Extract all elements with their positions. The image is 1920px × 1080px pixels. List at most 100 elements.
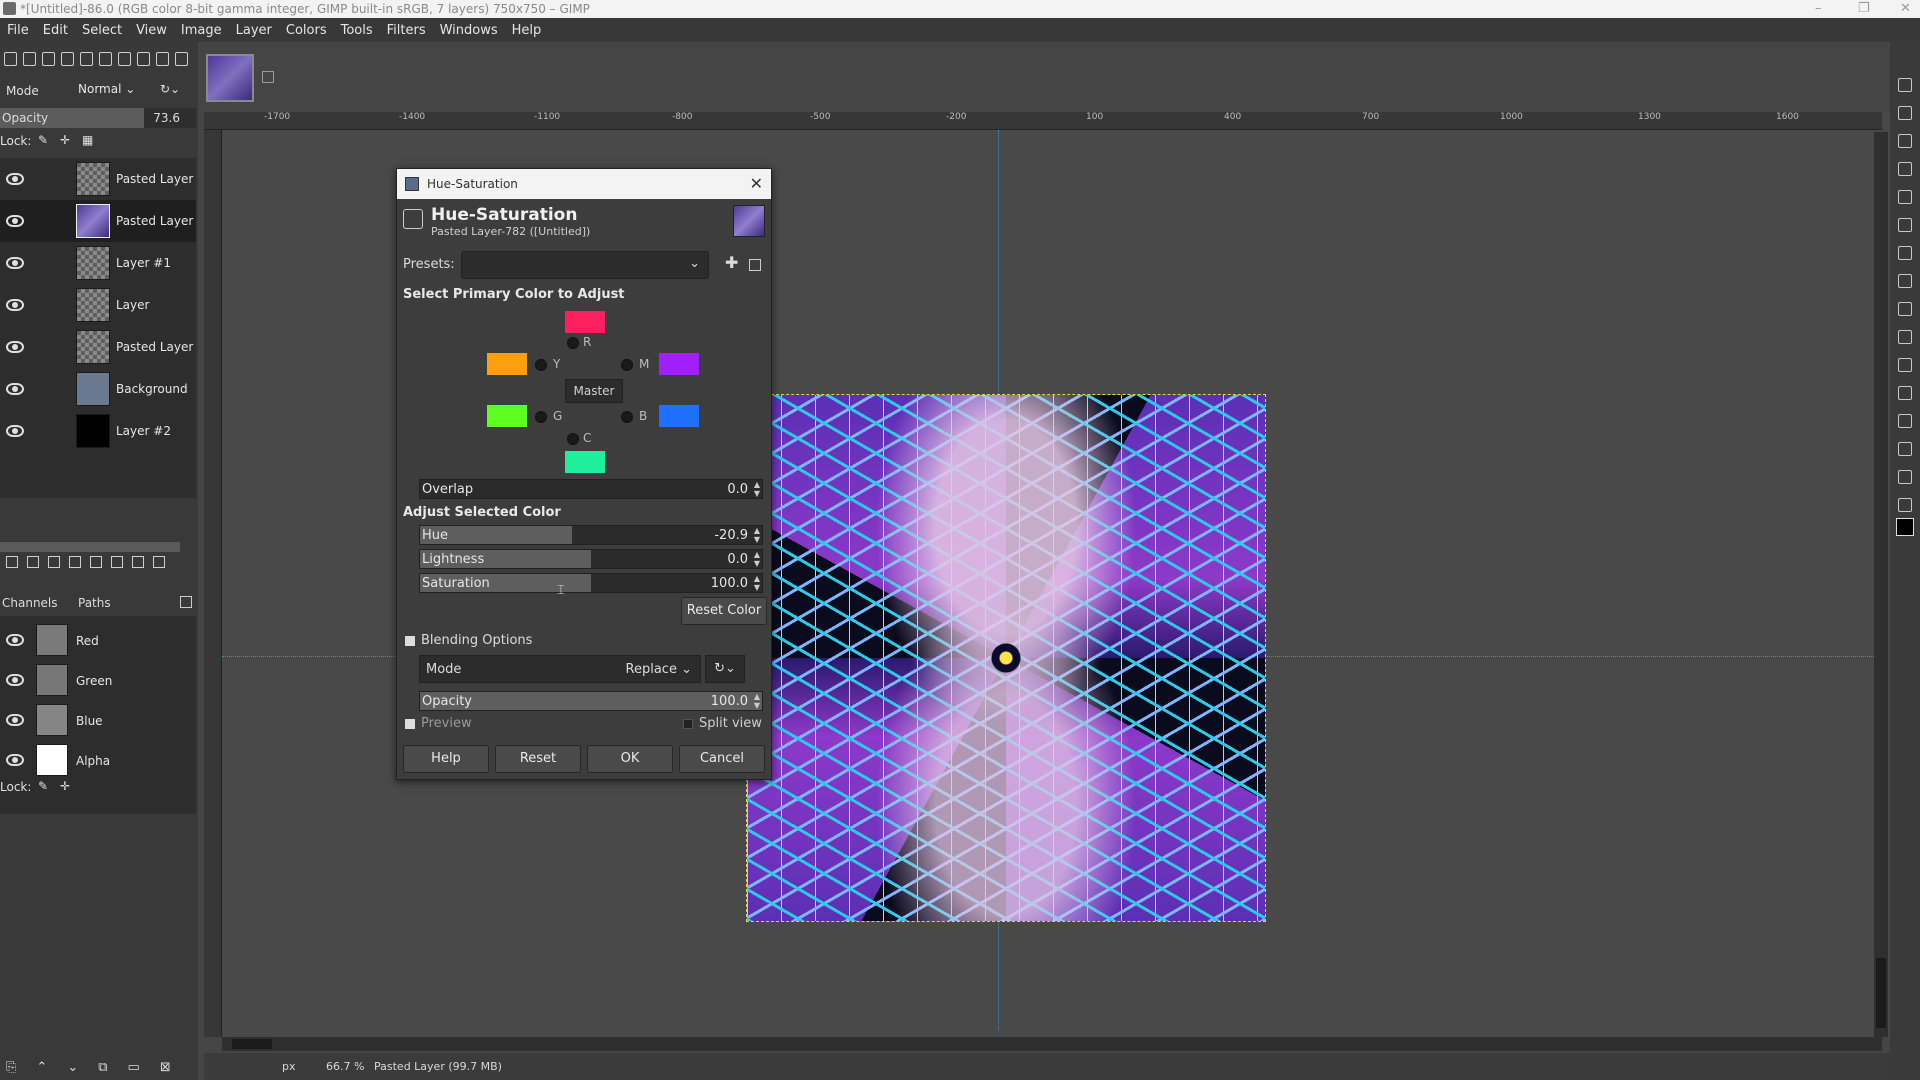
hue-slider[interactable]: Hue -20.9 ▲ ▼ (419, 525, 763, 545)
fuzzy-select-tool-icon[interactable] (1898, 162, 1912, 176)
cancel-button[interactable]: Cancel (679, 745, 765, 773)
channel-row[interactable]: Red (0, 620, 196, 660)
transform-tool-icon[interactable] (1898, 218, 1912, 232)
close-icon[interactable]: ✕ (750, 169, 763, 199)
layer-row[interactable]: Pasted Layer (0, 326, 196, 368)
delete-channel-icon[interactable]: ⊠ (160, 1060, 171, 1075)
layer-row[interactable]: Layer #1 (0, 242, 196, 284)
eye-icon[interactable] (6, 714, 24, 726)
spin-arrows-icon[interactable]: ▲ ▼ (754, 526, 760, 544)
radio-yellow[interactable] (535, 359, 547, 371)
split-view-label[interactable]: Split view (699, 716, 762, 731)
menu-windows[interactable]: Windows (433, 23, 505, 38)
text-tool-icon[interactable] (1898, 442, 1912, 456)
add-preset-icon[interactable]: ✚ (725, 253, 738, 272)
lock-position-icon[interactable]: ✛ (60, 779, 70, 793)
horizontal-ruler[interactable]: -1700 -1400 -1100 -800 -500 -200 100 400… (204, 112, 1882, 130)
red-swatch[interactable] (565, 311, 605, 333)
lock-pixels-icon[interactable]: ✎ (38, 779, 48, 793)
spin-arrows-icon[interactable]: ▲ ▼ (754, 692, 760, 710)
composite-mode-icon[interactable]: ↻⌄ (160, 82, 180, 96)
menu-colors[interactable]: Colors (279, 23, 334, 38)
raise-layer-icon[interactable] (48, 556, 60, 568)
canvas-vscrollbar[interactable] (1874, 132, 1888, 1037)
zoom-select[interactable]: 66.7 % (326, 1060, 364, 1073)
bucket-fill-tool-icon[interactable] (1898, 274, 1912, 288)
presets-combo[interactable]: ⌄ (461, 251, 709, 279)
color-picker-tool-icon[interactable] (1898, 470, 1912, 484)
menu-file[interactable]: File (0, 23, 36, 38)
eye-icon[interactable] (6, 173, 24, 185)
composite-mode-select[interactable]: ↻⌄ (705, 655, 745, 683)
eye-icon[interactable] (6, 674, 24, 686)
channel-row[interactable]: Green (0, 660, 196, 700)
foreground-color-swatch[interactable] (1896, 518, 1914, 536)
canvas-hscrollbar[interactable] (222, 1037, 1882, 1051)
blend-opacity-slider[interactable]: Opacity 100.0 ▲ ▼ (419, 691, 763, 711)
raise-channel-icon[interactable]: ⌃ (36, 1060, 47, 1075)
radio-blue[interactable] (621, 411, 633, 423)
close-tab-icon[interactable] (262, 71, 274, 83)
eraser-tool-icon[interactable] (1898, 330, 1912, 344)
delete-layer-icon[interactable] (153, 556, 165, 568)
eye-icon[interactable] (6, 299, 24, 311)
close-window-icon[interactable]: ✕ (1900, 0, 1911, 18)
lock-pixels-icon[interactable]: ✎ (38, 133, 48, 147)
tab-menu-icon[interactable] (180, 596, 192, 608)
document-icon[interactable] (118, 52, 131, 66)
menu-select[interactable]: Select (75, 23, 129, 38)
blending-options-label[interactable]: Blending Options (421, 633, 532, 648)
layers-hscrollbar[interactable] (0, 542, 180, 552)
menu-filters[interactable]: Filters (380, 23, 433, 38)
radio-green[interactable] (535, 411, 547, 423)
smudge-tool-icon[interactable] (1898, 386, 1912, 400)
new-layer-icon[interactable] (6, 556, 18, 568)
new-layer-group-icon[interactable] (27, 556, 39, 568)
master-button[interactable]: Master (565, 379, 623, 403)
yellow-swatch[interactable] (487, 353, 527, 375)
eye-icon[interactable] (6, 257, 24, 269)
lightness-slider[interactable]: Lightness 0.0 ▲ ▼ (419, 549, 763, 569)
tool-options-icon[interactable] (4, 52, 17, 66)
menu-view[interactable]: View (129, 23, 174, 38)
layer-row-selected[interactable]: Pasted Layer (0, 200, 196, 242)
paths-tool-icon[interactable] (1898, 414, 1912, 428)
move-tool-icon[interactable] (1898, 78, 1912, 92)
minimize-icon[interactable]: – (1815, 0, 1822, 18)
blend-mode-select[interactable]: Mode Replace ⌄ (419, 655, 701, 683)
green-swatch[interactable] (487, 405, 527, 427)
unit-select[interactable]: px (282, 1060, 296, 1073)
image-tab-thumbnail[interactable] (206, 54, 254, 102)
split-view-checkbox[interactable] (683, 719, 693, 729)
warp-tool-icon[interactable] (1898, 246, 1912, 260)
merge-layer-icon[interactable] (132, 556, 144, 568)
channel-row[interactable]: Blue (0, 700, 196, 740)
images-icon[interactable] (156, 52, 169, 66)
paintbrush-tool-icon[interactable] (1898, 302, 1912, 316)
preview-checkbox[interactable] (405, 719, 415, 729)
pattern-icon[interactable] (61, 52, 74, 66)
reset-button[interactable]: Reset (495, 745, 581, 773)
collapse-icon[interactable] (405, 636, 415, 646)
layer-row[interactable]: Background (0, 368, 196, 410)
layer-mode-select[interactable]: Normal ⌄ (78, 82, 148, 102)
duplicate-channel-icon[interactable]: ⧉ (98, 1060, 107, 1075)
menu-edit[interactable]: Edit (36, 23, 75, 38)
eye-icon[interactable] (6, 634, 24, 646)
brush-icon[interactable] (23, 52, 36, 66)
radio-magenta[interactable] (621, 359, 633, 371)
layer-row[interactable]: Layer #2 (0, 410, 196, 452)
eye-icon[interactable] (6, 383, 24, 395)
undo-history-icon[interactable] (137, 52, 150, 66)
lasso-tool-icon[interactable] (1898, 134, 1912, 148)
menu-tools[interactable]: Tools (334, 23, 380, 38)
saturation-slider[interactable]: Saturation 100.0 ▲ ▼ (419, 573, 763, 593)
eye-icon[interactable] (6, 754, 24, 766)
lock-alpha-icon[interactable]: ▦ (82, 133, 93, 147)
help-button[interactable]: Help (403, 745, 489, 773)
crop-tool-icon[interactable] (1898, 190, 1912, 204)
eye-icon[interactable] (6, 341, 24, 353)
layer-opacity-slider[interactable]: Opacity 73.6 (0, 108, 196, 128)
gradient-icon[interactable] (80, 52, 93, 66)
dock-menu-icon[interactable] (175, 52, 188, 66)
